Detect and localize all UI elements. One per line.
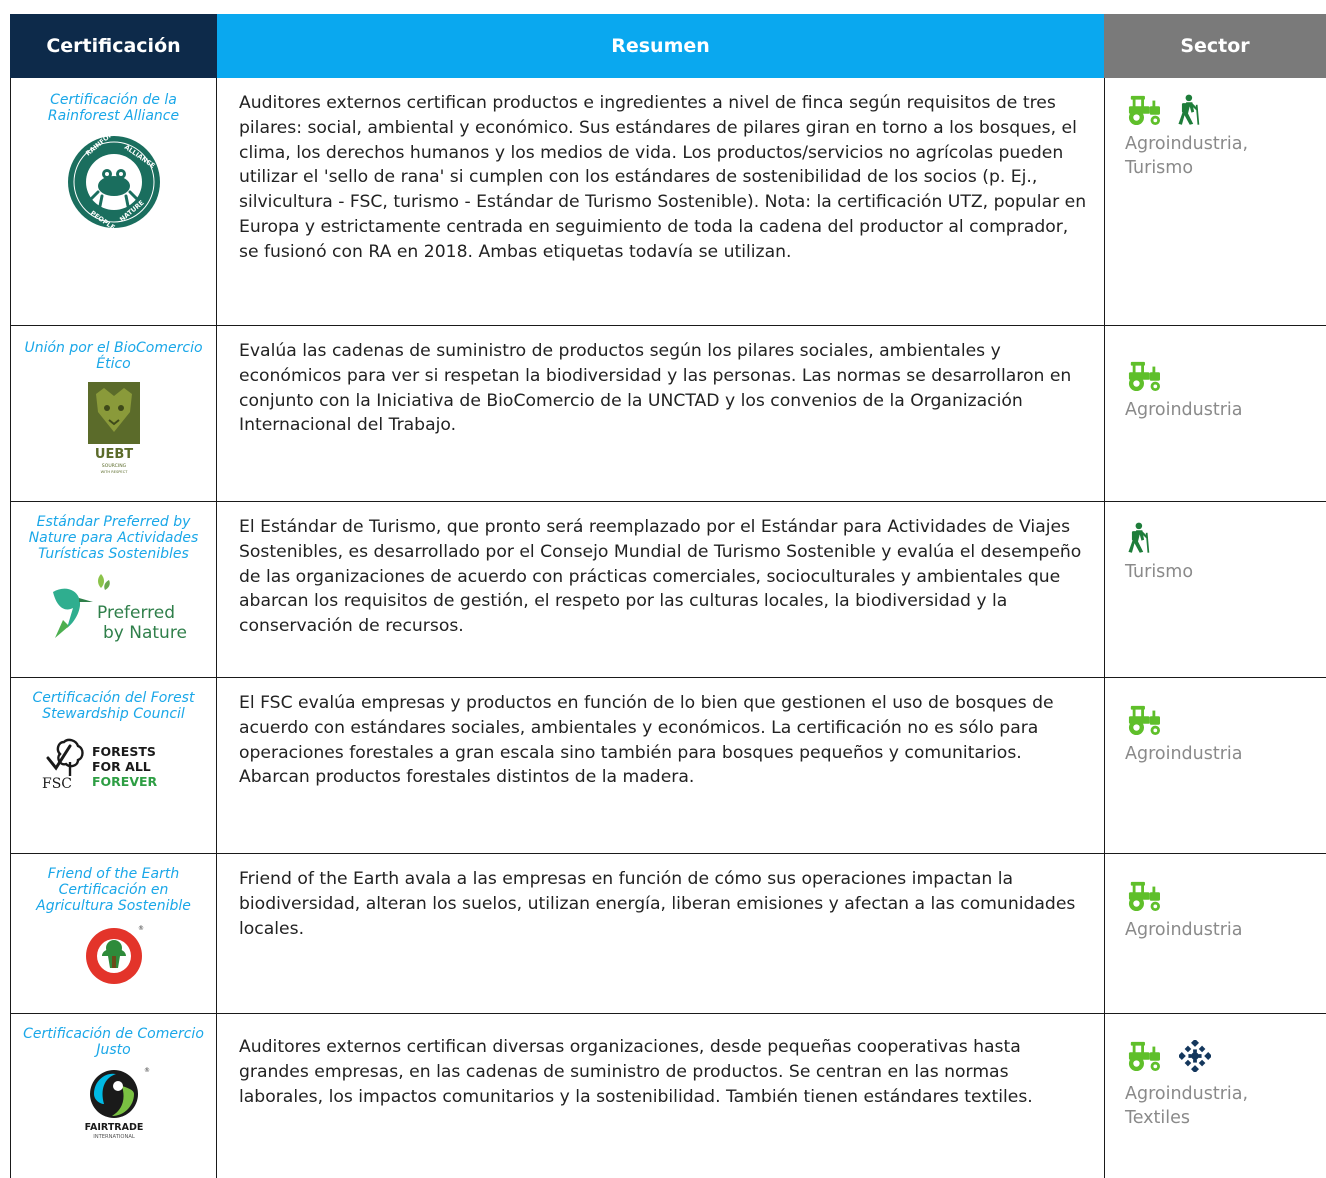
table-row-summary: Auditores externos certifican diversas o… bbox=[239, 1037, 1033, 1107]
sector-icons bbox=[1125, 522, 1326, 560]
table-row-cert: Certificación del Forest Stewardship Cou… bbox=[10, 678, 217, 854]
table-row-summary: Auditores externos certifican productos … bbox=[217, 78, 1104, 326]
cert-name: Estándar Preferred by Nature para Activi… bbox=[28, 514, 199, 562]
header-summary: Resumen bbox=[217, 14, 1104, 78]
sector-label: Agroindustria bbox=[1125, 400, 1243, 420]
svg-text:WITH RESPECT: WITH RESPECT bbox=[100, 470, 128, 474]
table-row-cert: Certificación de Comercio Justo ® FAIRTR… bbox=[10, 1014, 217, 1178]
table-row-summary: Evalúa las cadenas de suministro de prod… bbox=[217, 326, 1104, 502]
table-row-cert: Unión por el BioComercio Ético UEBT SOUR… bbox=[10, 326, 217, 502]
cert-name: Certificación de la Rainforest Alliance bbox=[47, 92, 180, 124]
pbn-logo-text2: by Nature bbox=[103, 623, 187, 643]
fairtrade-logo: ® FAIRTRADE INTERNATIONAL bbox=[84, 1067, 150, 1140]
sector-icons bbox=[1125, 1040, 1326, 1078]
sector-label: Agroindustria bbox=[1125, 920, 1243, 940]
table-row-sector: Agroindustria, Turismo bbox=[1104, 78, 1326, 326]
sector-icons bbox=[1125, 880, 1326, 918]
sector-label: Turismo bbox=[1125, 562, 1194, 582]
sector-label: Textiles bbox=[1125, 1108, 1191, 1128]
fsc-logo-text3: FOREVER bbox=[92, 774, 158, 789]
tractor-icon bbox=[1125, 360, 1163, 392]
hiker-icon bbox=[1175, 94, 1201, 126]
table-row-sector: Agroindustria bbox=[1104, 854, 1326, 1014]
sector-icons bbox=[1125, 360, 1326, 398]
table-row-cert: Estándar Preferred by Nature para Activi… bbox=[10, 502, 217, 678]
tractor-icon bbox=[1125, 704, 1163, 736]
table-row-sector: Turismo bbox=[1104, 502, 1326, 678]
hiker-icon bbox=[1125, 522, 1151, 554]
fsc-logo-text: FORESTS bbox=[92, 744, 156, 759]
uebt-logo: UEBT SOURCING WITH RESPECT bbox=[87, 382, 140, 474]
table-row-sector: Agroindustria bbox=[1104, 326, 1326, 502]
fsc-logo-fsc: FSC bbox=[42, 776, 72, 792]
cert-name: Certificación de Comercio Justo bbox=[23, 1026, 204, 1058]
certification-table: Certificación Resumen Sector Certificaci… bbox=[10, 14, 1326, 1178]
rainforest-alliance-logo: RAINFOREST ALLIANCE PEOPLE NATURE bbox=[67, 134, 160, 230]
header-certification: Certificación bbox=[10, 14, 217, 78]
svg-text:®: ® bbox=[144, 1067, 150, 1074]
tractor-icon bbox=[1125, 1040, 1163, 1072]
table-row-cert: Friend of the Earth Certificación en Agr… bbox=[10, 854, 217, 1014]
cert-name: Unión por el BioComercio Ético bbox=[24, 340, 203, 372]
cert-name: Certificación del Forest Stewardship Cou… bbox=[32, 690, 195, 722]
cert-name: Friend of the Earth Certificación en Agr… bbox=[36, 866, 191, 914]
sector-label: Agroindustria, bbox=[1125, 134, 1249, 154]
header-sector: Sector bbox=[1104, 14, 1326, 78]
pbn-logo-text: Preferred bbox=[97, 603, 175, 623]
tractor-icon bbox=[1125, 94, 1163, 126]
svg-text:SOURCING: SOURCING bbox=[101, 463, 126, 469]
preferred-by-nature-logo: Preferred by Nature bbox=[52, 574, 187, 643]
table-row-sector: Agroindustria, Textiles bbox=[1104, 1014, 1326, 1178]
table-row-summary: El Estándar de Turismo, que pronto será … bbox=[217, 502, 1104, 678]
sector-label: Agroindustria, bbox=[1125, 1084, 1249, 1104]
sector-label: Turismo bbox=[1125, 158, 1194, 178]
tractor-icon bbox=[1125, 880, 1163, 912]
sector-icons bbox=[1125, 704, 1326, 742]
uebt-logo-text: UEBT bbox=[94, 447, 132, 462]
table-row-summary: Friend of the Earth avala a las empresas… bbox=[217, 854, 1104, 1014]
fairtrade-logo-text: FAIRTRADE bbox=[84, 1122, 143, 1133]
fairtrade-logo-subtext: INTERNATIONAL bbox=[93, 1134, 135, 1140]
table-row-summary: El FSC evalúa empresas y productos en fu… bbox=[217, 678, 1104, 854]
sector-label: Agroindustria bbox=[1125, 744, 1243, 764]
friend-of-the-earth-logo: ® bbox=[85, 925, 144, 984]
svg-text:®: ® bbox=[138, 925, 144, 932]
fsc-logo: FSC FORESTS FOR ALL FOREVER bbox=[42, 738, 158, 792]
table-row-sector: Agroindustria bbox=[1104, 678, 1326, 854]
fsc-logo-text2: FOR ALL bbox=[92, 759, 151, 774]
table-row-cert: Certificación de la Rainforest Alliance … bbox=[10, 78, 217, 326]
textile-pattern-icon bbox=[1179, 1040, 1211, 1072]
sector-icons bbox=[1125, 94, 1326, 132]
